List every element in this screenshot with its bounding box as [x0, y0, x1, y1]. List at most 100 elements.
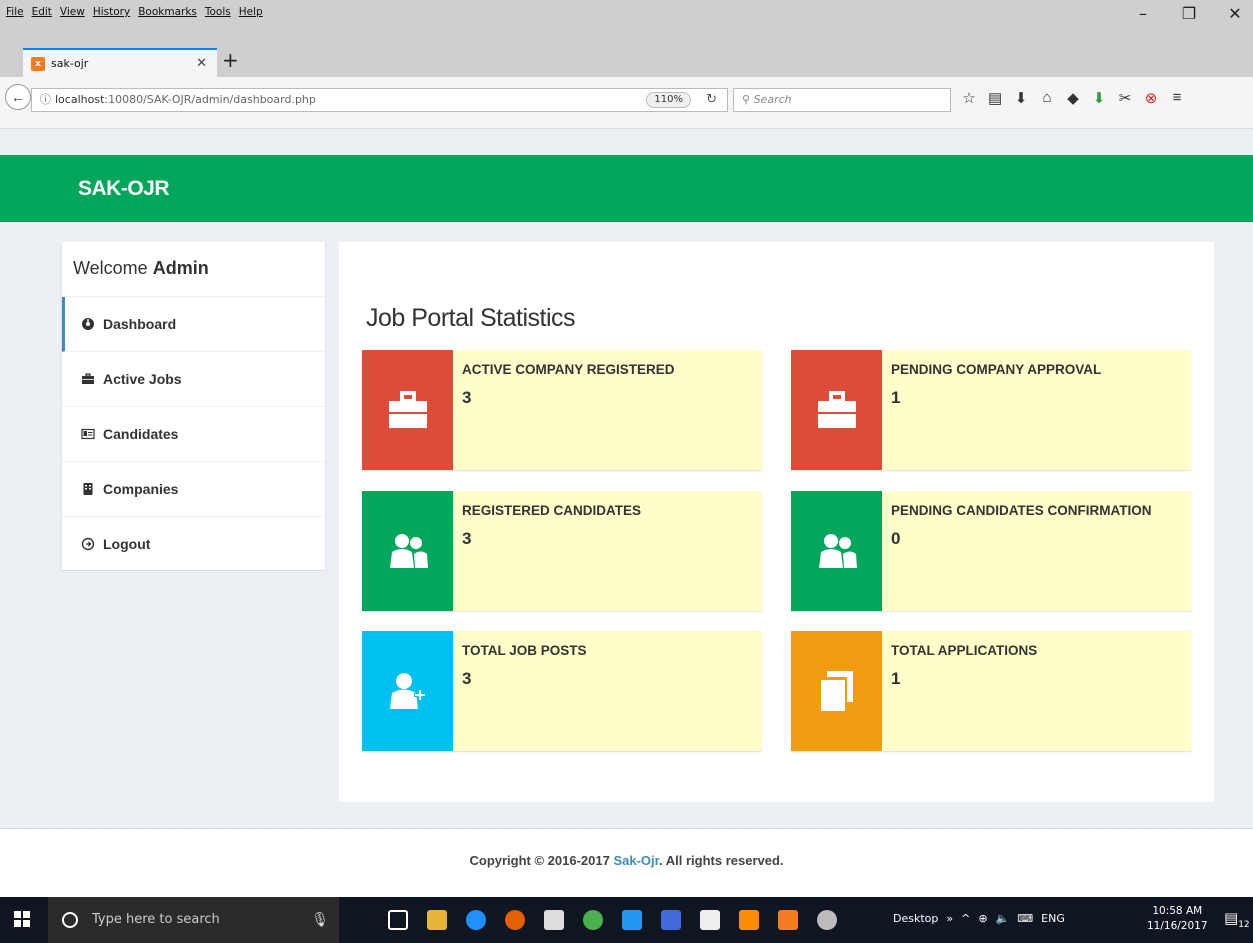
menu-view[interactable]: View: [60, 6, 85, 18]
desktop-label[interactable]: Desktop: [893, 912, 938, 925]
mail-icon[interactable]: [700, 910, 720, 930]
sidebar-item-candidates[interactable]: Candidates: [62, 407, 325, 462]
id-card-icon: [81, 428, 95, 440]
overflow-icon[interactable]: »: [946, 912, 953, 925]
stat-box-pending-companies: PENDING COMPANY APPROVAL 1: [791, 350, 1191, 470]
welcome-user: Admin: [152, 258, 209, 278]
stat-icon-box: [362, 350, 453, 470]
edge-icon[interactable]: [466, 910, 486, 930]
copyright-prefix: Copyright © 2016-2017: [469, 853, 610, 868]
welcome-prefix: Welcome: [73, 258, 148, 278]
stat-box-total-applications: TOTAL APPLICATIONS 1: [791, 631, 1191, 751]
settings-icon[interactable]: [817, 910, 837, 930]
editor-icon[interactable]: [661, 910, 681, 930]
bookmark-star-icon[interactable]: ☆: [962, 89, 976, 107]
copyright-text: Copyright © 2016-2017 Sak-Ojr. All right…: [0, 853, 1253, 868]
vlc-icon[interactable]: [739, 910, 759, 930]
hamburger-menu-icon[interactable]: ≡: [1170, 89, 1184, 107]
taskbar-search-input[interactable]: Type here to search 🎙: [48, 897, 339, 943]
sidebar-item-label: Candidates: [103, 426, 179, 442]
sidebar-item-active-jobs[interactable]: Active Jobs: [62, 352, 325, 407]
user-plus-icon: [389, 673, 426, 709]
file-explorer-icon[interactable]: [427, 910, 447, 930]
users-icon: [818, 534, 857, 568]
browser-navbar: ← ⓘ localhost:10080/SAK-OJR/admin/dashboa…: [0, 77, 1253, 129]
zoom-level[interactable]: 110%: [646, 92, 691, 108]
main-content: Job Portal Statistics ACTIVE COMPANY REG…: [339, 242, 1214, 802]
xampp-icon[interactable]: [778, 910, 798, 930]
briefcase-icon: [817, 391, 856, 428]
site-info-icon[interactable]: ⓘ: [40, 93, 51, 106]
task-view-icon[interactable]: [388, 910, 408, 930]
menu-file[interactable]: File: [6, 6, 24, 18]
menu-tools[interactable]: Tools: [205, 6, 231, 18]
url-bar[interactable]: ⓘ localhost:10080/SAK-OJR/admin/dashboard…: [31, 88, 728, 112]
screenshot-icon[interactable]: ✂: [1118, 89, 1132, 107]
volume-icon[interactable]: 🔈: [996, 912, 1010, 925]
menu-bookmarks[interactable]: Bookmarks: [138, 6, 197, 18]
cortana-icon: [62, 912, 78, 928]
pocket-icon[interactable]: ◆: [1066, 89, 1080, 107]
menu-edit[interactable]: Edit: [32, 6, 52, 18]
language-indicator[interactable]: ENG: [1041, 912, 1065, 925]
microphone-icon[interactable]: 🎙: [311, 897, 329, 943]
stat-box-active-companies: ACTIVE COMPANY REGISTERED 3: [362, 350, 762, 470]
stat-box-registered-candidates: REGISTERED CANDIDATES 3: [362, 491, 762, 611]
adblock-icon[interactable]: ⊗: [1144, 89, 1158, 107]
stat-icon-box: [362, 631, 453, 751]
windows-start-icon[interactable]: [14, 911, 30, 927]
sidebar-item-label: Dashboard: [103, 316, 177, 332]
download-icon[interactable]: ⬇: [1014, 89, 1028, 107]
tab-strip: x sak-ojr ✕ +: [0, 36, 1253, 77]
tab-title: sak-ojr: [51, 57, 89, 70]
minimize-icon[interactable]: –: [1133, 4, 1153, 23]
users-icon: [389, 534, 428, 568]
browser-search-input[interactable]: ⚲ Search: [733, 88, 951, 112]
clock-date: 11/16/2017: [1147, 920, 1208, 932]
brand-logo[interactable]: SAK-OJR: [78, 177, 170, 201]
home-icon[interactable]: ⌂: [1040, 89, 1054, 107]
stat-icon-box: [791, 350, 882, 470]
chrome-icon[interactable]: [583, 910, 603, 930]
footer-brand-link[interactable]: Sak-Ojr: [613, 853, 659, 868]
close-tab-icon[interactable]: ✕: [196, 56, 207, 71]
stat-value: 3: [462, 529, 472, 548]
browser-tab[interactable]: x sak-ojr ✕: [23, 48, 217, 77]
site-header: SAK-OJR: [0, 155, 1253, 222]
menu-list: File Edit View History Bookmarks Tools H…: [6, 6, 263, 18]
menu-help[interactable]: Help: [239, 6, 263, 18]
stat-value: 0: [891, 529, 901, 548]
toolbar-icons: ☆ ▤ ⬇ ⌂ ◆ ⬇ ✂ ⊗ ≡: [962, 89, 1184, 107]
chevron-up-icon[interactable]: ^: [961, 912, 970, 925]
search-placeholder: Search: [753, 93, 792, 106]
sidebar-item-companies[interactable]: Companies: [62, 462, 325, 517]
stat-label: PENDING CANDIDATES CONFIRMATION: [891, 503, 1152, 518]
keyboard-icon[interactable]: ⌨: [1017, 912, 1033, 925]
site-footer: Copyright © 2016-2017 Sak-Ojr. All right…: [0, 828, 1253, 897]
downloader-addon-icon[interactable]: ⬇: [1092, 89, 1106, 107]
taskbar-clock[interactable]: 10:58 AM 11/16/2017: [1147, 904, 1208, 934]
reading-list-icon[interactable]: ▤: [988, 89, 1002, 107]
firefox-icon[interactable]: [505, 910, 525, 930]
menu-history[interactable]: History: [93, 6, 130, 18]
reload-icon[interactable]: ↻: [706, 89, 717, 111]
stat-value: 3: [462, 388, 472, 407]
store-icon[interactable]: [544, 910, 564, 930]
sidebar-item-logout[interactable]: Logout: [62, 517, 325, 572]
action-center-icon[interactable]: ▤12: [1224, 909, 1250, 930]
stat-box-pending-candidates: PENDING CANDIDATES CONFIRMATION 0: [791, 491, 1191, 611]
close-window-icon[interactable]: ✕: [1225, 4, 1245, 23]
windows-taskbar: Type here to search 🎙 Desktop » ^ ⊕ 🔈 ⌨ …: [0, 897, 1253, 943]
back-arrow-icon[interactable]: ←: [5, 84, 31, 110]
welcome-text: Welcome Admin: [62, 242, 325, 297]
stat-value: 3: [462, 669, 472, 688]
app-icon[interactable]: [622, 910, 642, 930]
new-tab-icon[interactable]: +: [222, 48, 239, 72]
stat-label: TOTAL APPLICATIONS: [891, 643, 1038, 658]
network-icon[interactable]: ⊕: [978, 912, 987, 925]
url-host: localhost: [55, 93, 105, 106]
search-icon: ⚲: [742, 93, 751, 106]
sidebar-item-dashboard[interactable]: Dashboard: [62, 297, 325, 352]
restore-icon[interactable]: ❐: [1179, 4, 1199, 23]
sidebar: Welcome Admin Dashboard Active Jobs Cand…: [62, 242, 325, 572]
